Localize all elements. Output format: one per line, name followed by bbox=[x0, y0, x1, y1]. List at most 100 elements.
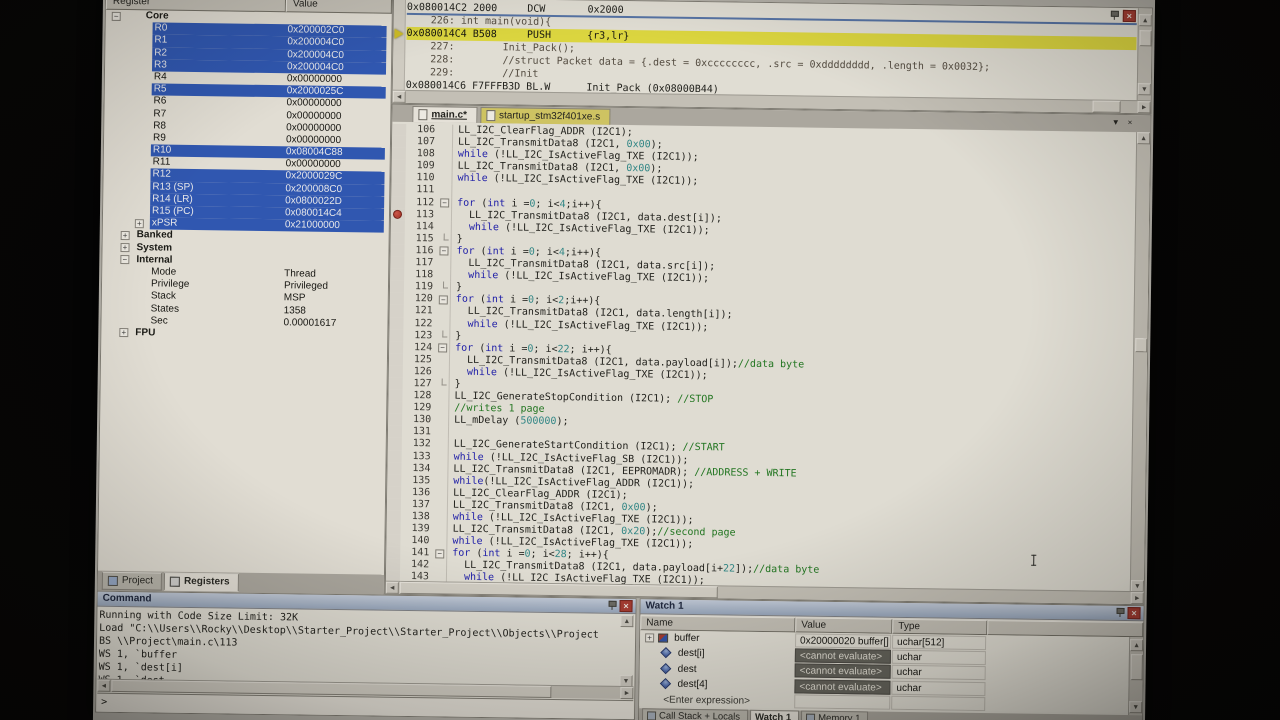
tree-expand-icon[interactable]: + bbox=[121, 231, 130, 240]
breakpoint-gutter[interactable] bbox=[389, 317, 403, 329]
watch-value-cell[interactable]: <cannot evaluate> bbox=[794, 679, 890, 694]
breakpoint-gutter[interactable] bbox=[391, 208, 405, 220]
scrollbar-thumb[interactable] bbox=[1131, 654, 1143, 680]
tab-project[interactable]: Project bbox=[102, 572, 162, 591]
watch-value-cell[interactable] bbox=[794, 694, 890, 709]
breakpoint-gutter[interactable] bbox=[386, 547, 400, 559]
tab-watch-1[interactable]: Watch 1 bbox=[750, 710, 799, 720]
scroll-up-icon[interactable]: ▲ bbox=[1139, 14, 1152, 26]
tab-memory-1[interactable]: Memory 1 bbox=[801, 711, 868, 720]
breakpoint-gutter[interactable] bbox=[390, 245, 404, 257]
breakpoint-gutter[interactable] bbox=[391, 196, 405, 208]
scroll-down-icon[interactable]: ▼ bbox=[1129, 701, 1142, 713]
close-icon[interactable]: × bbox=[1127, 607, 1140, 619]
breakpoint-gutter[interactable] bbox=[390, 269, 404, 281]
breakpoint-gutter[interactable] bbox=[388, 402, 402, 414]
watch-type-cell[interactable]: uchar bbox=[892, 665, 986, 680]
fold-collapse-icon[interactable]: − bbox=[439, 247, 448, 256]
breakpoint-gutter[interactable] bbox=[391, 172, 405, 184]
watch-value-cell[interactable]: <cannot evaluate> bbox=[795, 664, 891, 679]
breakpoint-gutter[interactable] bbox=[387, 462, 401, 474]
fold-collapse-icon[interactable]: − bbox=[439, 295, 448, 304]
pin-icon[interactable] bbox=[1114, 607, 1124, 618]
command-vertical-scrollbar[interactable]: ▲ ▼ bbox=[619, 615, 634, 687]
scroll-up-icon[interactable]: ▲ bbox=[1130, 639, 1143, 651]
fold-collapse-icon[interactable]: − bbox=[435, 549, 444, 558]
tab-call-stack-locals[interactable]: Call Stack + Locals bbox=[642, 708, 748, 720]
breakpoint-gutter[interactable] bbox=[390, 293, 404, 305]
breakpoint-gutter[interactable] bbox=[391, 220, 405, 232]
scroll-left-icon[interactable]: ◄ bbox=[386, 582, 399, 594]
watch-name-cell[interactable]: <Enter expression> bbox=[639, 692, 794, 710]
breakpoint-gutter[interactable] bbox=[389, 341, 403, 353]
pin-icon[interactable] bbox=[606, 600, 616, 611]
watch-value-cell[interactable]: <cannot evaluate> bbox=[795, 648, 891, 663]
pin-icon[interactable] bbox=[1109, 10, 1119, 21]
breakpoint-gutter[interactable] bbox=[390, 257, 404, 269]
fold-collapse-icon[interactable]: − bbox=[440, 198, 449, 207]
value-column-header[interactable]: Value bbox=[795, 617, 892, 633]
breakpoint-gutter[interactable] bbox=[387, 474, 401, 486]
fold-collapse-icon[interactable]: − bbox=[438, 344, 447, 353]
watch-type-cell[interactable]: uchar bbox=[891, 680, 985, 695]
breakpoint-gutter[interactable] bbox=[392, 124, 406, 136]
tree-expand-icon[interactable]: + bbox=[135, 219, 144, 228]
tab-main-c[interactable]: main.c* bbox=[412, 106, 477, 123]
breakpoint-gutter[interactable] bbox=[388, 438, 402, 450]
breakpoint-gutter[interactable] bbox=[389, 354, 403, 366]
tree-expand-icon[interactable]: − bbox=[112, 11, 121, 20]
scroll-left-icon[interactable]: ◄ bbox=[97, 680, 110, 692]
breakpoint-gutter[interactable] bbox=[387, 523, 401, 535]
breakpoint-gutter[interactable] bbox=[388, 450, 402, 462]
breakpoint-gutter[interactable] bbox=[388, 414, 402, 426]
disassembly-margin[interactable] bbox=[393, 0, 406, 91]
breakpoint-gutter[interactable] bbox=[391, 184, 405, 196]
watch-type-cell[interactable] bbox=[891, 696, 985, 711]
breakpoint-gutter[interactable] bbox=[389, 378, 403, 390]
tab-startup-s[interactable]: startup_stm32f401xe.s bbox=[480, 107, 610, 125]
breakpoint-gutter[interactable] bbox=[390, 281, 404, 293]
breakpoint-gutter[interactable] bbox=[390, 305, 404, 317]
watch-type-cell[interactable]: uchar[512] bbox=[892, 634, 986, 649]
scroll-up-icon[interactable]: ▲ bbox=[620, 615, 633, 627]
tree-expand-icon[interactable]: − bbox=[120, 255, 129, 264]
breakpoint-gutter[interactable] bbox=[387, 499, 401, 511]
breakpoint-icon[interactable] bbox=[393, 210, 402, 219]
breakpoint-gutter[interactable] bbox=[389, 366, 403, 378]
type-column-header[interactable]: Type bbox=[892, 619, 987, 635]
scroll-right-icon[interactable]: ► bbox=[620, 687, 633, 699]
tab-registers[interactable]: Registers bbox=[164, 573, 239, 592]
scroll-up-icon[interactable]: ▲ bbox=[1137, 132, 1150, 144]
breakpoint-gutter[interactable] bbox=[387, 487, 401, 499]
scrollbar-thumb[interactable] bbox=[1139, 30, 1151, 46]
breakpoint-gutter[interactable] bbox=[392, 160, 406, 172]
scroll-right-icon[interactable]: ► bbox=[1137, 101, 1150, 113]
breakpoint-gutter[interactable] bbox=[388, 426, 402, 438]
watch-value-cell[interactable]: 0x20000020 buffer[] "" bbox=[795, 633, 891, 648]
breakpoint-gutter[interactable] bbox=[386, 535, 400, 547]
scrollbar-thumb[interactable] bbox=[1135, 338, 1147, 352]
tree-expand-icon[interactable]: + bbox=[119, 328, 128, 337]
watch-type-cell[interactable]: uchar bbox=[892, 650, 986, 665]
close-document-icon[interactable]: × bbox=[1128, 118, 1133, 127]
scroll-down-icon[interactable]: ▼ bbox=[1138, 83, 1151, 95]
tree-expand-icon[interactable]: + bbox=[120, 243, 129, 252]
breakpoint-gutter[interactable] bbox=[388, 390, 402, 402]
breakpoint-gutter[interactable] bbox=[392, 136, 406, 148]
breakpoint-gutter[interactable] bbox=[391, 233, 405, 245]
breakpoint-gutter[interactable] bbox=[387, 511, 401, 523]
breakpoint-gutter[interactable] bbox=[392, 148, 406, 160]
fold-end-mark bbox=[442, 378, 447, 385]
watch-vertical-scrollbar[interactable]: ▲ ▼ bbox=[1128, 637, 1143, 715]
breakpoint-gutter[interactable] bbox=[386, 559, 400, 571]
disassembly-vertical-scrollbar[interactable]: ▲ ▼ bbox=[1137, 8, 1152, 101]
scrollbar-thumb[interactable] bbox=[1093, 101, 1121, 113]
scroll-right-icon[interactable]: ► bbox=[1131, 592, 1144, 604]
close-icon[interactable]: × bbox=[1123, 10, 1136, 22]
fold-gutter bbox=[436, 390, 449, 402]
tab-list-chevron-icon[interactable]: ▼ bbox=[1112, 118, 1120, 127]
tree-expand-icon[interactable]: + bbox=[645, 633, 654, 642]
breakpoint-gutter[interactable] bbox=[389, 329, 403, 341]
scroll-left-icon[interactable]: ◄ bbox=[393, 91, 406, 103]
close-icon[interactable]: × bbox=[619, 600, 632, 612]
